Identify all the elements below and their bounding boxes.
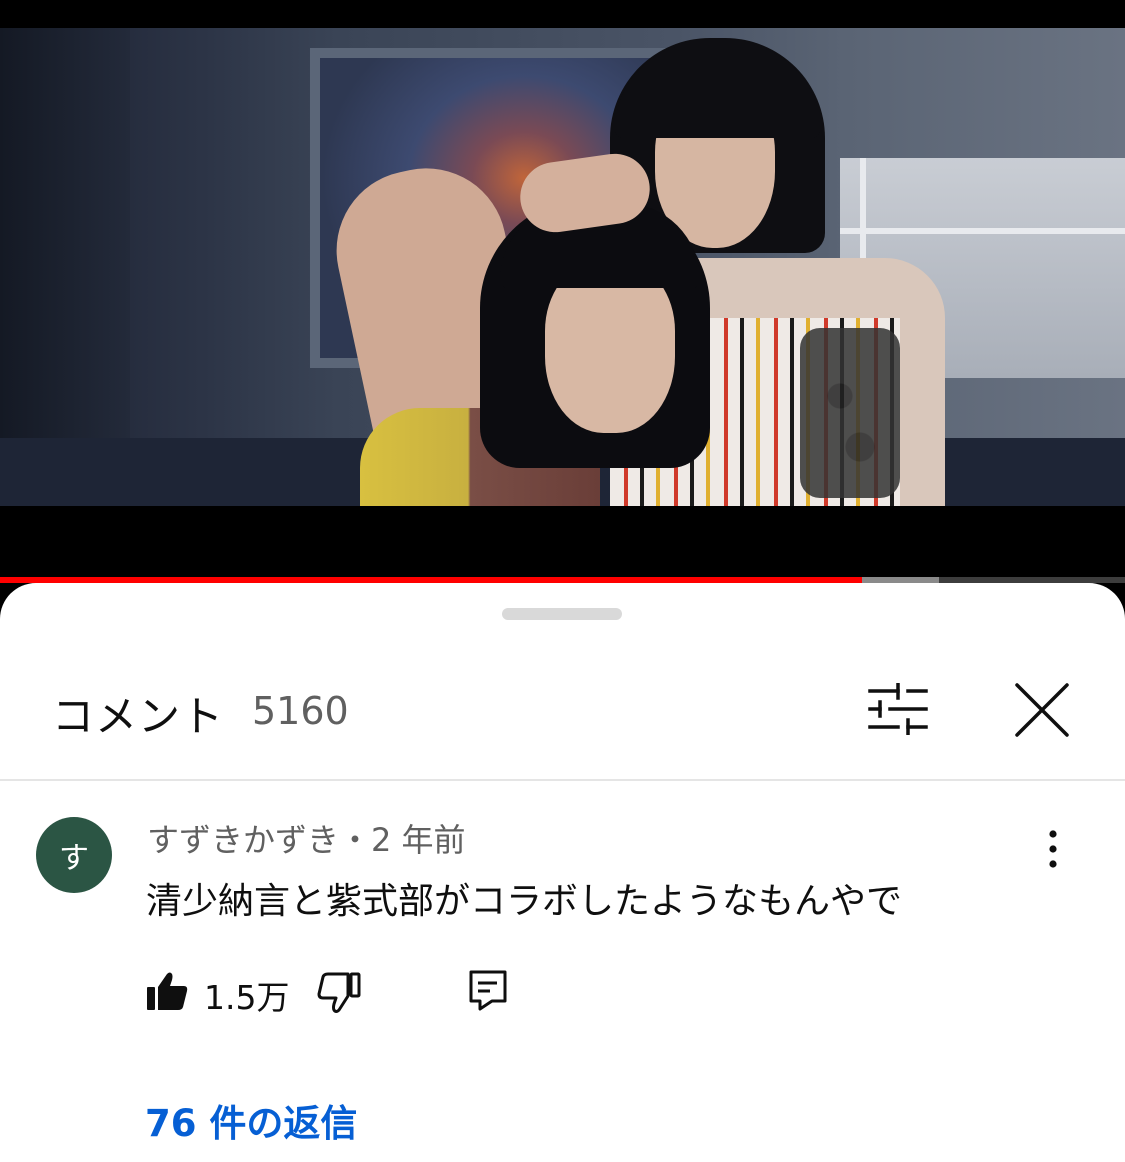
video-frame [0,28,1125,506]
filter-sliders-icon[interactable] [868,683,928,735]
thumbs-down-icon[interactable] [317,972,361,1014]
dress-ornament [800,328,900,498]
avatar[interactable]: す [36,817,112,893]
header-divider [0,779,1125,781]
comment-text: 清少納言と紫式部がコラボしたようなもんやで [146,881,903,922]
reply-icon[interactable] [468,969,508,1011]
close-icon[interactable] [1012,680,1072,740]
comments-sheet: コメント 5160 す すずきかずき・2 年前 清少納言と紫式部がコラボしたよう… [0,583,1125,1162]
person-left-face [545,263,675,433]
background-wall [0,28,130,506]
like-count: 1.5万 [204,978,290,1017]
video-player[interactable] [0,0,1125,578]
comment-author-time: すずきかずき・2 年前 [147,821,466,859]
comments-title: コメント [52,692,225,741]
drag-handle[interactable] [502,608,622,620]
comments-count: 5160 [252,689,349,733]
thumbs-up-icon[interactable] [145,970,189,1012]
more-vertical-icon[interactable] [1036,829,1070,869]
view-replies-link[interactable]: 76 件の返信 [145,1093,357,1147]
avatar-initial: す [59,841,89,876]
